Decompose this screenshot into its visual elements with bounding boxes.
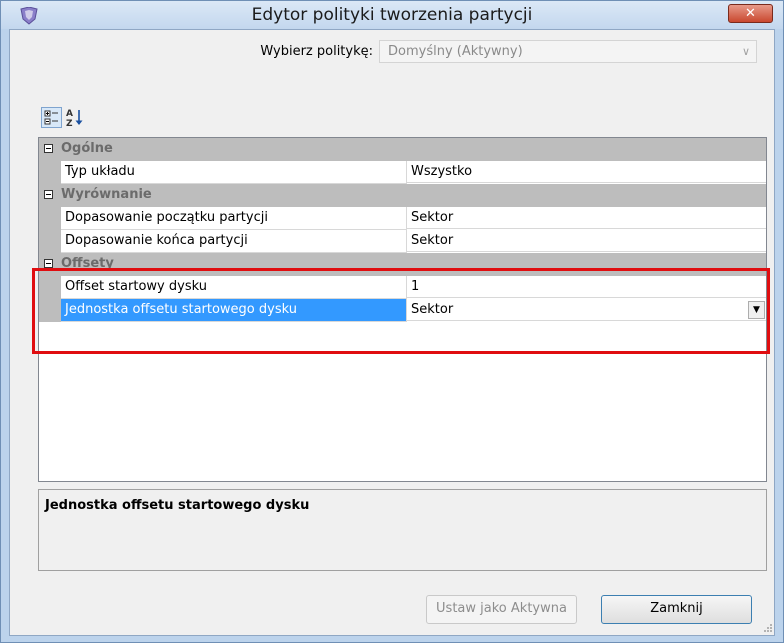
row-margin [39, 299, 61, 322]
property-row-offset-startowy[interactable]: Offset startowy dysku 1 [39, 276, 766, 299]
description-title: Jednostka offsetu startowego dysku [45, 498, 310, 513]
svg-text:A: A [66, 109, 73, 119]
collapse-icon[interactable] [39, 184, 61, 207]
property-name: Dopasowanie końca partycji [61, 230, 407, 253]
set-active-button[interactable]: Ustaw jako Aktywna [426, 595, 577, 624]
row-margin [39, 276, 61, 299]
row-margin [39, 161, 61, 184]
category-row-offsety[interactable]: Offsety [39, 253, 766, 276]
categorized-view-button[interactable] [41, 107, 62, 128]
policy-label: Wybierz politykę: [260, 44, 373, 59]
property-value[interactable]: Wszystko [407, 161, 766, 183]
triangle-down-icon: ▼ [753, 305, 760, 315]
row-margin [39, 230, 61, 253]
property-name: Offset startowy dysku [61, 276, 407, 299]
category-row-ogolne[interactable]: Ogólne [39, 138, 766, 161]
property-row-typ-ukladu[interactable]: Typ układu Wszystko [39, 161, 766, 184]
chevron-down-icon: ∨ [741, 45, 750, 58]
property-value[interactable]: Sektor [407, 230, 766, 252]
dropdown-arrow-button[interactable]: ▼ [748, 301, 765, 319]
title-bar[interactable]: Edytor polityki tworzenia partycji ✕ [1, 1, 783, 29]
property-name: Typ układu [61, 161, 407, 184]
property-row-jednostka-offsetu[interactable]: Jednostka offsetu startowego dysku Sekto… [39, 299, 766, 322]
categorized-view-icon [44, 110, 58, 125]
property-value: Sektor [411, 302, 454, 317]
property-value[interactable]: 1 [407, 276, 766, 298]
window-title: Edytor polityki tworzenia partycji [251, 5, 533, 25]
property-name: Dopasowanie początku partycji [61, 207, 407, 230]
property-value-dropdown[interactable]: Sektor ▼ [407, 299, 766, 321]
size-grip-dots [764, 624, 772, 632]
property-value[interactable]: Sektor [407, 207, 766, 229]
property-name: Jednostka offsetu startowego dysku [61, 299, 407, 322]
category-label: Wyrównanie [61, 187, 152, 202]
description-panel: Jednostka offsetu startowego dysku [38, 489, 767, 571]
policy-dropdown[interactable]: Domyślny (Aktywny) ∨ [379, 40, 757, 63]
collapse-icon[interactable] [39, 253, 61, 276]
row-margin [39, 207, 61, 230]
property-row-dopasowanie-poczatku[interactable]: Dopasowanie początku partycji Sektor [39, 207, 766, 230]
close-button[interactable]: Zamknij [601, 595, 752, 624]
dialog-window: Edytor polityki tworzenia partycji ✕ Wyb… [0, 0, 784, 643]
policy-selected-value: Domyślny (Aktywny) [388, 44, 523, 59]
close-window-button[interactable]: ✕ [728, 4, 773, 23]
property-row-dopasowanie-konca[interactable]: Dopasowanie końca partycji Sektor [39, 230, 766, 253]
category-row-wyrownanie[interactable]: Wyrównanie [39, 184, 766, 207]
resize-grip-icon[interactable] [761, 621, 775, 635]
category-label: Offsety [61, 256, 114, 271]
sort-alphabetical-button[interactable]: A Z [65, 107, 86, 129]
collapse-icon[interactable] [39, 138, 61, 161]
svg-text:Z: Z [66, 119, 73, 128]
close-icon: ✕ [745, 6, 756, 21]
property-grid[interactable]: Ogólne Typ układu Wszystko Wyrównanie Do… [38, 137, 767, 482]
sort-alphabetical-icon: A Z [66, 109, 83, 129]
category-label: Ogólne [61, 141, 113, 156]
